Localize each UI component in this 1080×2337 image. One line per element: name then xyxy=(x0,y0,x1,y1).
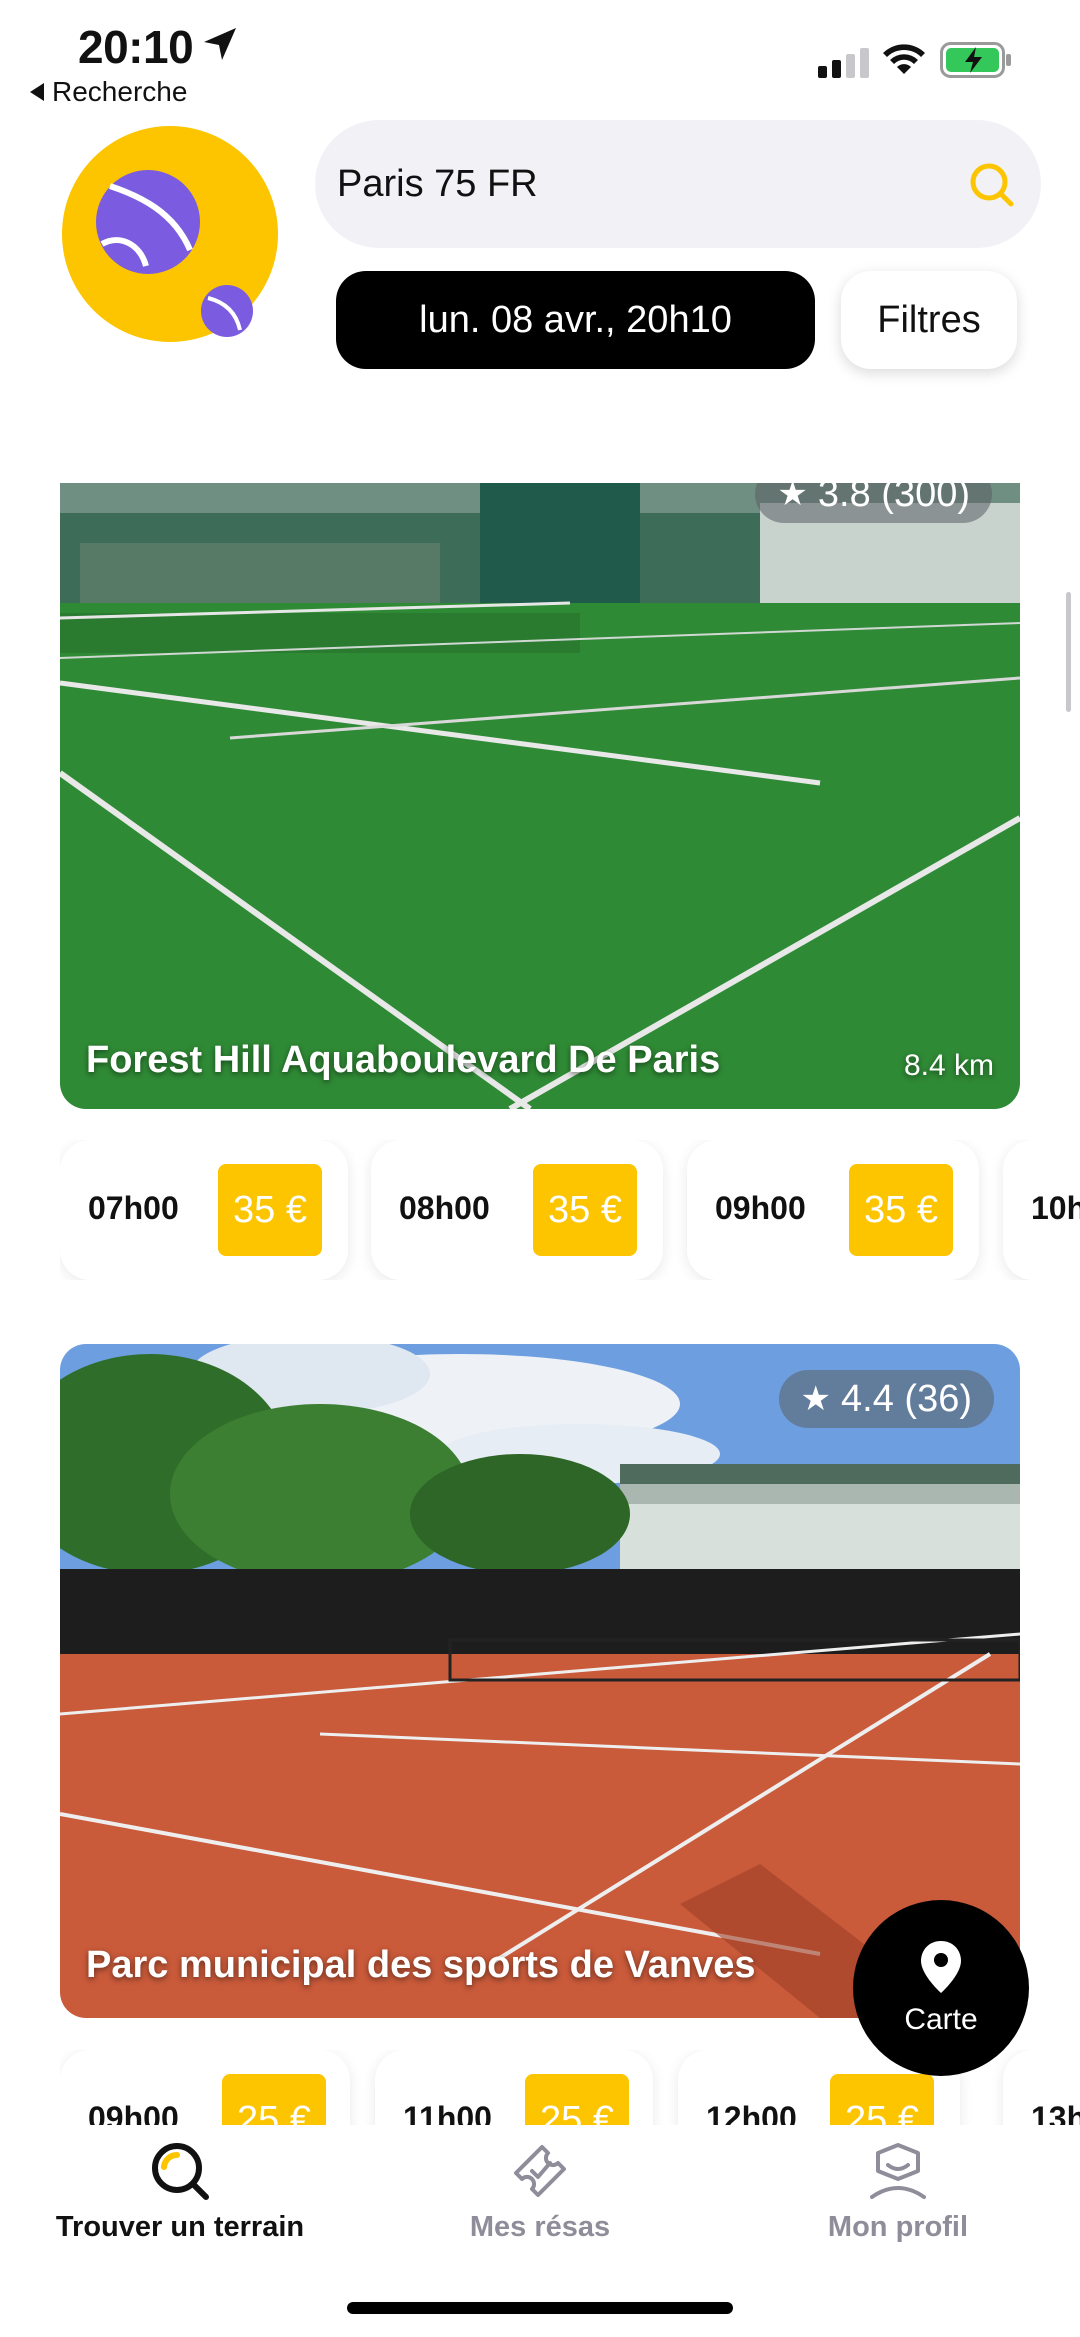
filters-button[interactable]: Filtres xyxy=(841,271,1017,369)
slot-price: 35 € xyxy=(218,1164,322,1256)
home-indicator xyxy=(347,2302,733,2314)
bottom-tab-bar: Trouver un terrain Mes résas Mon profil xyxy=(0,2125,1080,2337)
tab-profile[interactable]: Mon profil xyxy=(812,2139,984,2244)
search-icon[interactable] xyxy=(967,160,1017,210)
slot-price: 35 € xyxy=(533,1164,637,1256)
time-slot[interactable]: 09h00 35 € xyxy=(687,1140,979,1280)
cellular-signal-icon xyxy=(818,48,869,78)
venue-name: Forest Hill Aquaboulevard De Paris xyxy=(86,1039,721,1081)
wifi-icon xyxy=(883,44,925,74)
back-triangle-icon xyxy=(30,83,44,101)
slot-time: 11h00 xyxy=(403,2100,492,2125)
slot-time: 07h00 xyxy=(88,1190,179,1226)
venue-name: Parc municipal des sports de Vanves xyxy=(86,1944,756,1986)
tab-bookings[interactable]: Mes résas xyxy=(462,2139,618,2244)
time-slot[interactable]: 10h xyxy=(1003,1140,1080,1280)
search-field[interactable]: Paris 75 FR xyxy=(315,120,1041,248)
back-label: Recherche xyxy=(52,76,188,107)
slot-price: 25 € xyxy=(525,2074,629,2125)
time-slot[interactable]: 08h00 35 € xyxy=(371,1140,663,1280)
slot-time: 09h00 xyxy=(715,1190,806,1226)
slot-price: 35 € xyxy=(849,1164,953,1256)
venue-card-image[interactable]: ★ 3.8 (300) Forest Hill Aquaboulevard De… xyxy=(60,483,1020,1109)
app-logo xyxy=(62,126,278,342)
indoor-court-photo xyxy=(60,483,1020,1109)
date-time-selector[interactable]: lun. 08 avr., 20h10 xyxy=(336,271,815,369)
time-slot-row: 07h00 35 € 08h00 35 € 09h00 35 € 10h xyxy=(60,1140,1080,1280)
status-bar: 20:10 Recherche xyxy=(0,0,1080,110)
venue-distance: 8.4 km xyxy=(903,1049,994,1082)
back-to-search-link[interactable]: Recherche xyxy=(30,76,187,108)
tab-label: Mon profil xyxy=(827,2211,969,2243)
clay-court-photo xyxy=(60,1344,1020,2018)
slot-price: 25 € xyxy=(830,2074,934,2125)
search-icon xyxy=(152,2143,209,2200)
rating-badge: ★ 3.8 (300) xyxy=(755,483,992,523)
time-slot[interactable]: 09h00 25 € xyxy=(60,2050,350,2125)
tab-find-court[interactable]: Trouver un terrain xyxy=(55,2139,305,2244)
location-arrow-icon xyxy=(204,28,236,60)
slot-time: 13h0 xyxy=(1031,2100,1080,2125)
profile-icon xyxy=(870,2143,926,2199)
scroll-indicator xyxy=(1066,592,1071,712)
map-label: Carte xyxy=(904,2003,978,2036)
time-slot[interactable]: 11h00 25 € xyxy=(375,2050,653,2125)
time-slot[interactable]: 13h0 xyxy=(1003,2050,1080,2125)
time-slot[interactable]: 07h00 35 € xyxy=(60,1140,348,1280)
slot-time: 10h xyxy=(1031,1190,1080,1226)
slot-time: 09h00 xyxy=(88,2100,179,2125)
tennis-ball-icon xyxy=(96,170,253,337)
slot-price: 25 € xyxy=(222,2074,326,2125)
ticket-check-icon xyxy=(514,2145,566,2197)
venue-card-image[interactable]: ★ 4.4 (36) Parc municipal des sports de … xyxy=(60,1344,1020,2018)
slot-time: 12h00 xyxy=(706,2100,797,2125)
tab-label: Trouver un terrain xyxy=(55,2211,305,2243)
rating-badge: ★ 4.4 (36) xyxy=(778,1370,994,1428)
rating-value: 4.4 (36) xyxy=(841,1377,972,1420)
tab-label: Mes résas xyxy=(469,2211,611,2243)
star-icon: ★ xyxy=(777,483,808,513)
map-button[interactable]: Carte xyxy=(853,1900,1029,2076)
search-value: Paris 75 FR xyxy=(337,162,538,205)
star-icon: ★ xyxy=(800,1380,832,1418)
status-time: 20:10 xyxy=(78,21,194,73)
slot-time: 08h00 xyxy=(399,1190,490,1226)
map-pin-icon xyxy=(921,1941,961,1993)
battery-charging-icon xyxy=(940,42,1011,78)
rating-value: 3.8 (300) xyxy=(817,483,970,515)
